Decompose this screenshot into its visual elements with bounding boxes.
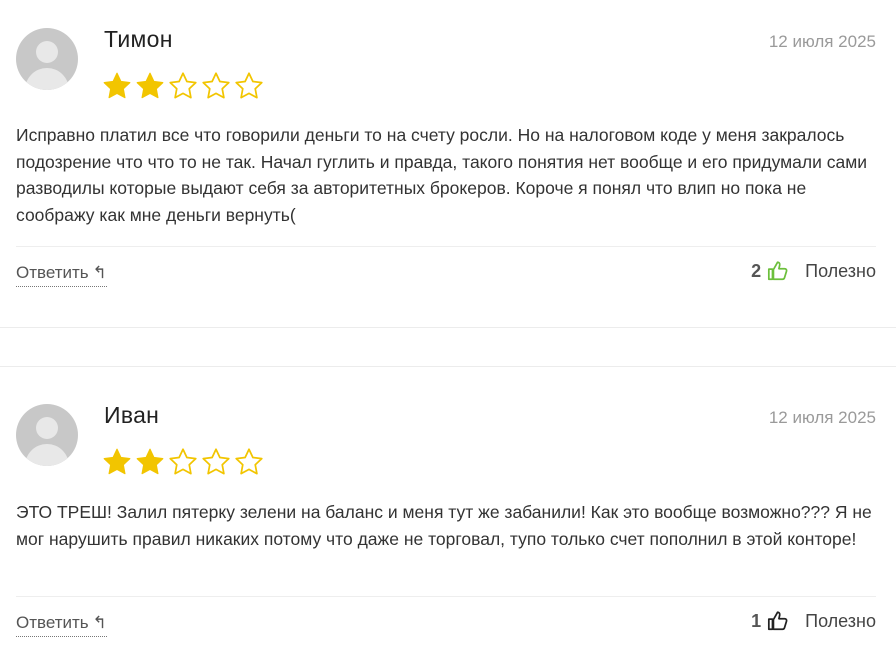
review-author: Иван: [104, 402, 160, 428]
reply-arrow-icon: ↰: [92, 263, 107, 282]
helpful-count: 2: [751, 260, 762, 281]
avatar: [16, 404, 78, 466]
reply-button[interactable]: Ответить ↰: [16, 263, 107, 287]
reply-label: Ответить: [16, 613, 89, 632]
thumbs-up-icon[interactable]: [767, 610, 789, 632]
star-empty-icon: [169, 72, 197, 99]
divider: [16, 596, 876, 597]
review-text: Исправно платил все что говорили деньги …: [16, 125, 868, 225]
review-author: Тимон: [104, 26, 173, 52]
star-filled-icon: [103, 448, 131, 475]
reply-label: Ответить: [16, 263, 89, 282]
thumbs-up-icon[interactable]: [767, 260, 789, 282]
helpful-vote: 1 Полезно: [751, 610, 876, 632]
reply-button[interactable]: Ответить ↰: [16, 613, 107, 637]
reply-arrow-icon: ↰: [92, 613, 107, 632]
review-date: 12 июля 2025: [768, 408, 876, 427]
star-empty-icon: [235, 72, 263, 99]
star-filled-icon: [136, 72, 164, 99]
helpful-button[interactable]: Полезно: [805, 611, 876, 632]
star-empty-icon: [169, 448, 197, 475]
helpful-vote: 2 Полезно: [751, 260, 876, 282]
star-empty-icon: [202, 448, 230, 475]
star-empty-icon: [202, 72, 230, 99]
star-filled-icon: [103, 72, 131, 99]
star-rating: [102, 447, 264, 477]
section-separator: [0, 327, 896, 328]
review-card: Тимон 12 июля 2025 Исправно платил все ч…: [0, 0, 896, 328]
helpful-button[interactable]: Полезно: [805, 261, 876, 282]
star-rating: [102, 71, 264, 101]
divider: [16, 246, 876, 247]
helpful-count: 1: [751, 610, 762, 631]
review-text: ЭТО ТРЕШ! Залил пятерку зелени на баланс…: [16, 502, 872, 549]
review-card: Иван 12 июля 2025 ЭТО ТРЕШ! Залил пятерк…: [0, 366, 896, 648]
review-date: 12 июля 2025: [768, 32, 876, 51]
avatar: [16, 28, 78, 90]
star-filled-icon: [136, 448, 164, 475]
star-empty-icon: [235, 448, 263, 475]
